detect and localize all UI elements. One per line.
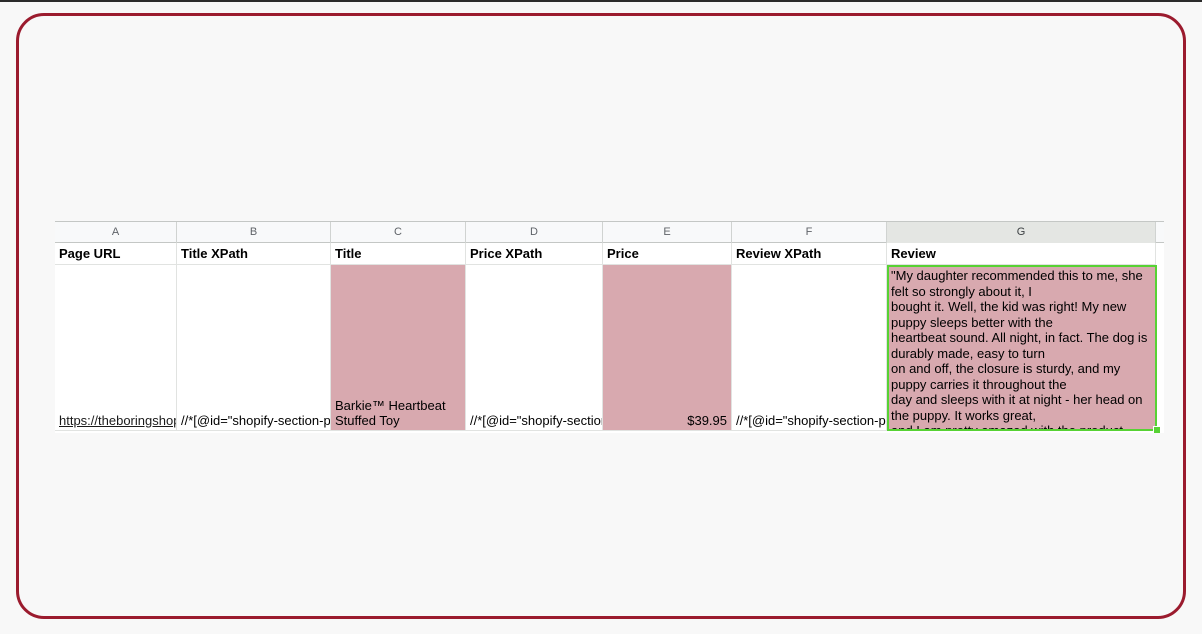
top-divider — [0, 0, 1202, 2]
review-line: day and sleeps with it at night - her he… — [891, 392, 1143, 407]
header-cell-page-url[interactable]: Page URL — [55, 243, 177, 265]
review-line: heartbeat sound. All night, in fact. The… — [891, 330, 1148, 345]
column-header-a[interactable]: A — [55, 222, 177, 243]
header-cell-review-xpath[interactable]: Review XPath — [732, 243, 887, 265]
header-cell-price[interactable]: Price — [603, 243, 732, 265]
cell-price[interactable]: $39.95 — [603, 265, 732, 431]
title-value: Barkie™ Heartbeat Stuffed Toy — [335, 398, 446, 428]
review-line: felt so strongly about it, I — [891, 283, 1032, 299]
selection-fill-handle[interactable] — [1153, 426, 1161, 433]
price-value: $39.95 — [687, 413, 727, 428]
column-header-f[interactable]: F — [732, 222, 887, 243]
header-cell-title[interactable]: Title — [331, 243, 466, 265]
page-url-link[interactable]: https://theboringshop — [59, 413, 176, 428]
column-header-g[interactable]: G — [887, 222, 1156, 243]
column-header-d[interactable]: D — [466, 222, 603, 243]
column-header-c[interactable]: C — [331, 222, 466, 243]
cell-review-selected[interactable]: "My daughter recommended this to me, she… — [887, 265, 1157, 431]
cell-price-xpath[interactable]: //*[@id="shopify-section — [466, 265, 603, 431]
review-line: on and off, the closure is sturdy, and m… — [891, 361, 1121, 376]
header-cell-title-xpath[interactable]: Title XPath — [177, 243, 331, 265]
title-xpath-value: //*[@id="shopify-section-p — [181, 413, 331, 428]
review-line: the puppy. It works great, — [891, 407, 1036, 423]
review-line: durably made, easy to turn — [891, 345, 1045, 361]
cell-page-url[interactable]: https://theboringshop — [55, 265, 177, 431]
spreadsheet-grid[interactable]: A B C D E F G Page URL Title XPath Title… — [55, 221, 1164, 433]
review-line: bought it. Well, the kid was right! My n… — [891, 299, 1127, 314]
review-line: puppy sleeps better with the — [891, 314, 1053, 330]
review-line: "My daughter recommended this to me, she — [891, 268, 1143, 283]
price-xpath-value: //*[@id="shopify-section — [470, 413, 603, 428]
column-header-e[interactable]: E — [603, 222, 732, 243]
column-header-b[interactable]: B — [177, 222, 331, 243]
cell-review-xpath[interactable]: //*[@id="shopify-section-p — [732, 265, 887, 431]
cell-title[interactable]: Barkie™ Heartbeat Stuffed Toy — [331, 265, 466, 431]
header-cell-price-xpath[interactable]: Price XPath — [466, 243, 603, 265]
review-line: puppy carries it throughout the — [891, 376, 1067, 392]
review-xpath-value: //*[@id="shopify-section-p — [736, 413, 886, 428]
column-header-row: A B C D E F G — [55, 221, 1164, 243]
header-cell-review[interactable]: Review — [887, 243, 1156, 265]
cell-title-xpath[interactable]: //*[@id="shopify-section-p — [177, 265, 331, 431]
review-line: and I am pretty amazed with the product — [891, 423, 1123, 431]
